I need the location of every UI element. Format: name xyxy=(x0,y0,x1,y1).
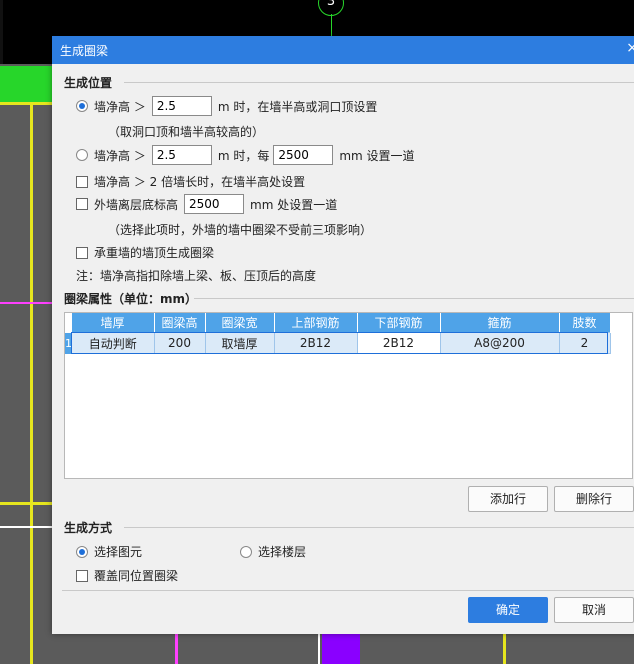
canvas-green-block xyxy=(0,66,52,102)
position-option-5[interactable]: 承重墙的墙顶生成圈梁 xyxy=(76,244,214,261)
overwrite-label: 覆盖同位置圈梁 xyxy=(94,569,179,583)
delete-row-button[interactable]: 删除行 xyxy=(554,486,634,512)
separator xyxy=(62,590,634,591)
col-header-legs[interactable]: 肢数 xyxy=(559,313,611,333)
add-row-button[interactable]: 添加行 xyxy=(468,486,548,512)
option-5-label: 承重墙的墙顶生成圈梁 xyxy=(94,246,215,260)
ring-beam-attr-table[interactable]: 墙厚 圈梁高 圈梁宽 上部钢筋 下部钢筋 箍筋 肢数 自动判断 200 取墙厚 … xyxy=(64,312,633,479)
option-2-height-input[interactable] xyxy=(151,145,212,165)
option-4-prefix: 外墙离层底标高 xyxy=(94,197,179,212)
cell-beam-height[interactable]: 200 xyxy=(153,332,206,354)
checkbox-option-4[interactable] xyxy=(76,198,88,210)
close-icon[interactable]: × xyxy=(626,40,634,56)
cell-legs[interactable]: 2 xyxy=(558,332,611,354)
position-footnote: 注：墙净高指扣除墙上梁、板、压顶后的高度 xyxy=(76,269,317,283)
col-header-beam-width[interactable]: 圈梁宽 xyxy=(205,313,275,333)
method-section-title: 生成方式 xyxy=(64,521,113,535)
attr-table: 墙厚 圈梁高 圈梁宽 上部钢筋 下部钢筋 箍筋 肢数 自动判断 200 取墙厚 … xyxy=(71,313,611,354)
canvas-purple-block xyxy=(322,632,360,664)
cell-beam-width[interactable]: 取墙厚 xyxy=(204,332,275,354)
radio-select-floor[interactable] xyxy=(240,545,252,558)
dialog-titlebar[interactable]: 生成圈梁 × xyxy=(52,36,634,64)
cell-bottom-rebar[interactable]: 2B12 xyxy=(356,332,441,354)
attr-section-title: 圈梁属性（单位：mm） xyxy=(64,292,198,306)
radio-option-1[interactable] xyxy=(76,100,88,112)
radio-select-element[interactable] xyxy=(76,545,88,558)
option-1-note: （取洞口顶和墙半高较高的） xyxy=(108,125,265,139)
option-2-mid: m 时，每 xyxy=(217,148,270,163)
col-header-top-rebar[interactable]: 上部钢筋 xyxy=(274,313,358,333)
position-section-title: 生成位置 xyxy=(64,76,113,90)
row-index[interactable]: 1 xyxy=(65,333,71,354)
option-3-label: 墙净高 ＞ 2 倍墙长时，在墙半高处设置 xyxy=(94,175,306,189)
option-1-prefix: 墙净高 ＞ xyxy=(94,99,146,114)
col-header-bottom-rebar[interactable]: 下部钢筋 xyxy=(357,313,441,333)
option-4-elevation-input[interactable] xyxy=(184,194,245,214)
canvas-white-line xyxy=(318,634,320,664)
option-2-spacing-input[interactable] xyxy=(273,145,334,165)
canvas-yellow-line xyxy=(503,634,506,664)
dialog-title: 生成圈梁 xyxy=(60,44,109,58)
table-header-row: 墙厚 圈梁高 圈梁宽 上部钢筋 下部钢筋 箍筋 肢数 xyxy=(71,313,611,333)
cell-wall-thickness[interactable]: 自动判断 xyxy=(71,332,155,354)
generate-ring-beam-dialog: 生成圈梁 × 生成位置 墙净高 ＞ m 时，在墙半高或洞口顶设置 （取洞口顶和墙… xyxy=(52,36,634,634)
ok-button[interactable]: 确定 xyxy=(468,597,548,623)
canvas-magenta-line xyxy=(175,634,178,664)
table-row[interactable]: 自动判断 200 取墙厚 2B12 2B12 A8@200 2 xyxy=(71,332,611,354)
canvas-yellow-line xyxy=(0,102,52,105)
method-option-floor[interactable]: 选择楼层 xyxy=(240,543,306,560)
overwrite-option[interactable]: 覆盖同位置圈梁 xyxy=(76,567,178,584)
checkbox-option-3[interactable] xyxy=(76,175,88,188)
position-option-3[interactable]: 墙净高 ＞ 2 倍墙长时，在墙半高处设置 xyxy=(76,173,305,190)
option-4-suffix: mm 处设置一道 xyxy=(250,197,338,212)
checkbox-overwrite[interactable] xyxy=(76,569,88,582)
canvas-line xyxy=(0,0,3,64)
radio-option-2[interactable] xyxy=(76,149,88,161)
canvas-yellow-line xyxy=(30,102,33,664)
canvas-white-line xyxy=(0,526,52,528)
canvas-yellow-line xyxy=(0,502,52,505)
separator xyxy=(194,298,634,299)
option-1-suffix: m 时，在墙半高或洞口顶设置 xyxy=(217,99,378,114)
separator xyxy=(124,527,634,528)
position-option-4[interactable]: 外墙离层底标高 mm 处设置一道 xyxy=(76,194,337,214)
col-header-wall-thickness[interactable]: 墙厚 xyxy=(71,313,155,333)
select-element-label: 选择图元 xyxy=(94,545,143,559)
cancel-button[interactable]: 取消 xyxy=(554,597,634,623)
method-option-element[interactable]: 选择图元 xyxy=(76,543,142,560)
canvas-magenta-line xyxy=(0,302,52,304)
position-option-2[interactable]: 墙净高 ＞ m 时，每 mm 设置一道 xyxy=(76,145,415,165)
position-option-1[interactable]: 墙净高 ＞ m 时，在墙半高或洞口顶设置 xyxy=(76,96,377,116)
checkbox-option-5[interactable] xyxy=(76,246,88,259)
col-header-beam-height[interactable]: 圈梁高 xyxy=(154,313,206,333)
option-2-suffix: mm 设置一道 xyxy=(339,148,415,163)
select-floor-label: 选择楼层 xyxy=(258,545,307,559)
option-2-prefix: 墙净高 ＞ xyxy=(94,148,146,163)
separator xyxy=(124,82,634,83)
cell-stirrup[interactable]: A8@200 xyxy=(439,332,560,354)
col-header-stirrup[interactable]: 箍筋 xyxy=(440,313,560,333)
option-4-note: （选择此项时，外墙的墙中圈梁不受前三项影响） xyxy=(108,223,373,237)
option-1-height-input[interactable] xyxy=(151,96,212,116)
cell-top-rebar[interactable]: 2B12 xyxy=(273,332,358,354)
